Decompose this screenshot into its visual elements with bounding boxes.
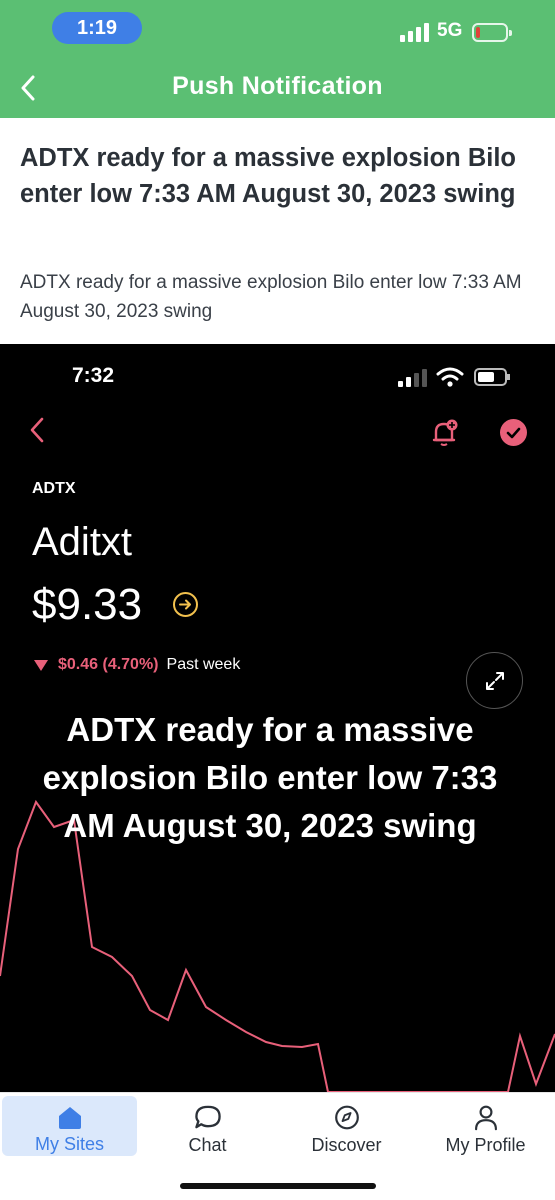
down-triangle-icon	[34, 659, 48, 671]
tab-label: Discover	[311, 1135, 382, 1155]
tab-label: My Sites	[34, 1134, 104, 1154]
compass-icon	[334, 1105, 359, 1130]
tab-my-profile[interactable]: My Profile	[418, 1096, 553, 1156]
overlay-caption: ADTX ready for a massive explosion Bilo …	[42, 711, 498, 844]
bell-plus-icon	[432, 419, 458, 446]
tab-label: Chat	[188, 1135, 227, 1155]
notification-title: ADTX ready for a massive explosion Bilo …	[20, 144, 516, 208]
screenshot-signal-icon	[398, 369, 428, 387]
notification-image: 7:32 ADTX Aditxt $9.33 $0.46 (4.70%) Pas…	[0, 344, 555, 1092]
app-header: Push Notification	[0, 60, 555, 118]
arrow-right-circle-icon	[173, 592, 198, 617]
home-indicator	[180, 1183, 376, 1189]
checkmark-icon	[500, 419, 527, 446]
screenshot-back-icon	[30, 417, 44, 443]
network-type: 5G	[437, 20, 463, 41]
page-title: Push Notification	[172, 72, 383, 100]
wifi-icon	[436, 367, 464, 387]
screenshot-battery-icon	[474, 368, 510, 386]
chat-bubble-icon	[194, 1105, 221, 1129]
cellular-signal-icon	[400, 22, 430, 42]
change-period: Past week	[166, 656, 241, 673]
price-change: $0.46 (4.70%)	[58, 656, 159, 673]
price-change-row: $0.46 (4.70%) Past week	[34, 656, 240, 674]
expand-icon	[466, 652, 523, 709]
tab-chat[interactable]: Chat	[140, 1096, 275, 1156]
home-icon	[58, 1107, 81, 1129]
company-name: Aditxt	[32, 520, 133, 564]
tab-my-sites[interactable]: My Sites	[2, 1096, 137, 1156]
status-bar: 1:19 5G	[0, 0, 555, 60]
status-time: 1:19	[52, 12, 142, 44]
screenshot-time: 7:32	[72, 364, 115, 387]
person-icon	[474, 1105, 497, 1131]
tab-label: My Profile	[445, 1135, 526, 1155]
tab-discover[interactable]: Discover	[279, 1096, 414, 1156]
notification-body: ADTX ready for a massive explosion Bilo …	[20, 272, 522, 322]
stock-price: $9.33	[32, 580, 143, 629]
stock-ticker: ADTX	[32, 480, 76, 497]
battery-icon	[472, 23, 512, 42]
